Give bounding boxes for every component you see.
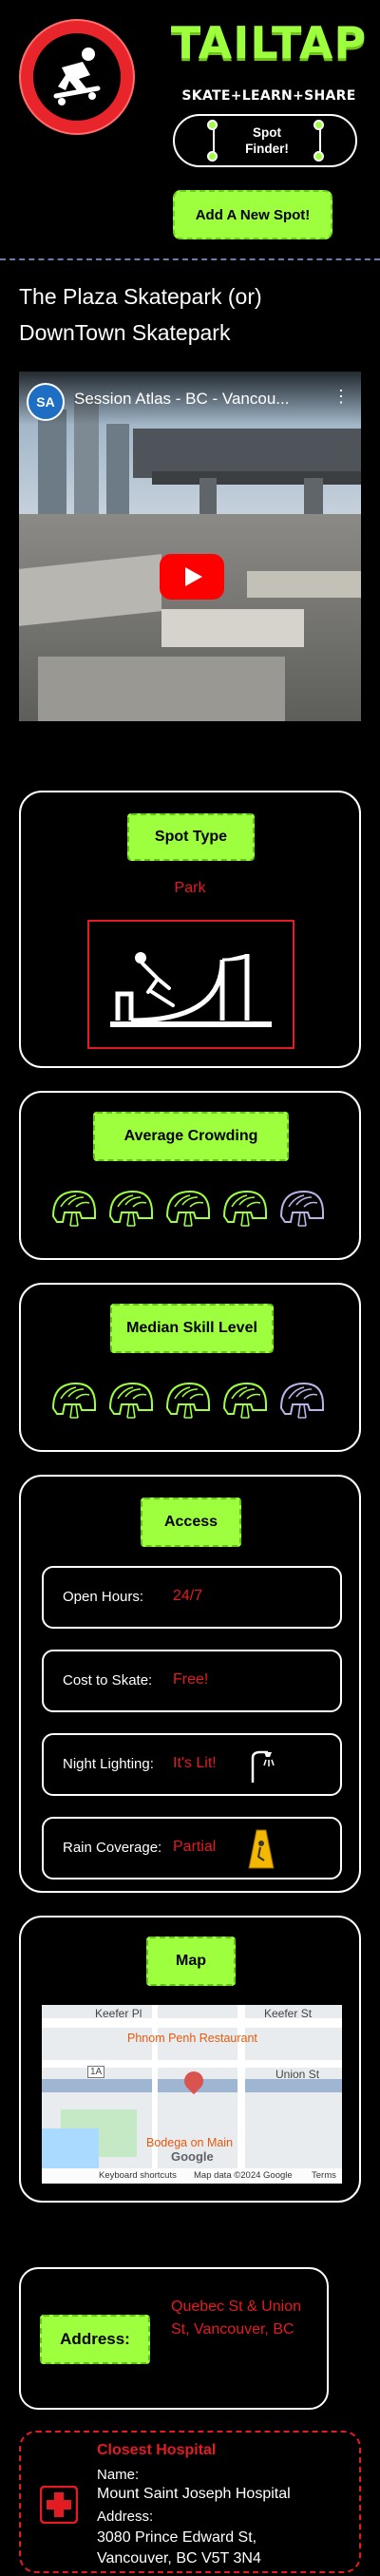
spot-type-card: Spot Type Park [19, 791, 361, 1068]
video-header: SA Session Atlas - BC - Vancou... ⋮ [19, 372, 361, 425]
helmet-icon [51, 1190, 96, 1227]
wet-floor-sign-icon [248, 1829, 275, 1869]
night-lighting-value: It's Lit! [173, 1755, 217, 1771]
map-keyboard-shortcuts-link[interactable]: Keyboard shortcuts [99, 2170, 177, 2181]
skateboard-wheel [314, 151, 324, 162]
map-highway-shield: 1A [87, 2066, 105, 2078]
map-street-label: Keefer Pl [95, 2007, 142, 2020]
helmet-icon [222, 1382, 267, 1419]
hospital-address-label: Address: [97, 2509, 154, 2525]
thumbnail-building [38, 410, 66, 514]
night-lighting-label: Night Lighting: [63, 1756, 154, 1772]
night-lighting-row: Night Lighting: It's Lit! [42, 1733, 342, 1796]
open-hours-row: Open Hours: 24/7 [42, 1566, 342, 1629]
helmet-empty-icon [279, 1190, 324, 1227]
open-hours-label: Open Hours: [63, 1589, 144, 1605]
cost-value: Free! [173, 1671, 209, 1688]
cost-label: Cost to Skate: [63, 1672, 153, 1689]
map-poi-restaurant[interactable]: Phnom Penh Restaurant [127, 2032, 257, 2045]
map-street-label: Union St [276, 2068, 320, 2081]
street-lamp-icon [251, 1750, 275, 1783]
access-heading: Access [141, 1498, 241, 1547]
map-street-label: Keefer St [264, 2007, 313, 2020]
skill-heading: Median Skill Level [110, 1304, 274, 1353]
hospital-name-label: Name: [97, 2467, 140, 2483]
helmet-icon [108, 1382, 153, 1419]
channel-avatar[interactable]: SA [27, 383, 65, 421]
google-logo: Google [171, 2149, 214, 2164]
skateboard-wheel [207, 120, 218, 130]
closest-hospital-card: Closest Hospital Name: Mount Saint Josep… [19, 2431, 361, 2573]
map-data-attribution: Map data ©2024 Google [194, 2170, 293, 2181]
spot-type-value: Park [174, 880, 206, 896]
map-poi-bodega[interactable]: Bodega on Main [146, 2136, 233, 2149]
rain-coverage-row: Rain Coverage: Partial [42, 1817, 342, 1880]
address-value: Quebec St & Union St, Vancouver, BC [171, 2299, 301, 2337]
add-spot-button[interactable]: Add A New Spot! [173, 190, 332, 239]
video-title[interactable]: Session Atlas - BC - Vancou... [74, 390, 321, 409]
access-card: Access Open Hours: 24/7 Cost to Skate: F… [19, 1475, 361, 1893]
hospital-name: Mount Saint Joseph Hospital [97, 2486, 291, 2502]
thumbnail-ramp [38, 657, 285, 721]
map-card: Map Keefer Pl Keefer St Union St 1A Phno… [19, 1916, 361, 2203]
thumbnail-ledge [162, 609, 304, 647]
google-map-embed[interactable]: Keefer Pl Keefer St Union St 1A Phnom Pe… [42, 2005, 342, 2184]
halfpipe-skater-icon [110, 952, 272, 1027]
spot-title: The Plaza Skatepark (or) DownTown Skatep… [19, 284, 262, 345]
spot-finder-button[interactable]: Spot Finder! [173, 114, 357, 167]
brand-title[interactable]: TAILTAP [169, 21, 369, 65]
helmet-empty-icon [279, 1382, 324, 1419]
rain-coverage-value: Partial [173, 1839, 217, 1855]
helmet-icon [165, 1382, 210, 1419]
site-logo[interactable] [19, 19, 135, 135]
map-water [42, 2128, 99, 2168]
map-road [238, 2005, 245, 2168]
skateboard-wheel [207, 151, 218, 162]
helmet-icon [108, 1190, 153, 1227]
crowding-heading: Average Crowding [93, 1112, 289, 1161]
play-button-icon[interactable] [160, 554, 224, 600]
map-heading: Map [146, 1937, 236, 1986]
rain-coverage-label: Rain Coverage: [63, 1840, 162, 1856]
hospital-heading: Closest Hospital [97, 2442, 217, 2458]
logo-inner [33, 33, 121, 121]
video-menu-icon[interactable]: ⋮ [332, 387, 350, 407]
map-footer: Keyboard shortcuts Map data ©2024 Google… [42, 2168, 342, 2184]
hospital-address: 3080 Prince Edward St, Vancouver, BC V5T… [97, 2529, 261, 2566]
youtube-video-embed[interactable]: SA Session Atlas - BC - Vancou... ⋮ [19, 372, 361, 721]
skateboard-wheel [314, 120, 324, 130]
spot-type-heading: Spot Type [127, 813, 255, 861]
cost-row: Cost to Skate: Free! [42, 1650, 342, 1712]
helmet-icon [222, 1190, 267, 1227]
average-crowding-card: Average Crowding [19, 1091, 361, 1260]
median-skill-card: Median Skill Level [19, 1283, 361, 1452]
spot-finder-label: Spot Finder! [245, 125, 289, 156]
thumbnail-overpass [152, 471, 361, 485]
spot-type-icon-frame [87, 920, 294, 1049]
skater-icon [53, 48, 101, 105]
helmet-icon [165, 1190, 210, 1227]
address-card: Address: Quebec St & Union St, Vancouver… [19, 2267, 329, 2410]
medical-cross-icon [40, 2486, 78, 2524]
thumbnail-building [106, 424, 129, 514]
map-terms-link[interactable]: Terms [312, 2170, 336, 2181]
header-divider [0, 258, 380, 260]
address-label: Address: [40, 2315, 150, 2364]
brand-tagline: SKATE+LEARN+SHARE [181, 88, 356, 104]
open-hours-value: 24/7 [173, 1588, 203, 1604]
thumbnail-ledge [247, 571, 361, 598]
helmet-icon [51, 1382, 96, 1419]
